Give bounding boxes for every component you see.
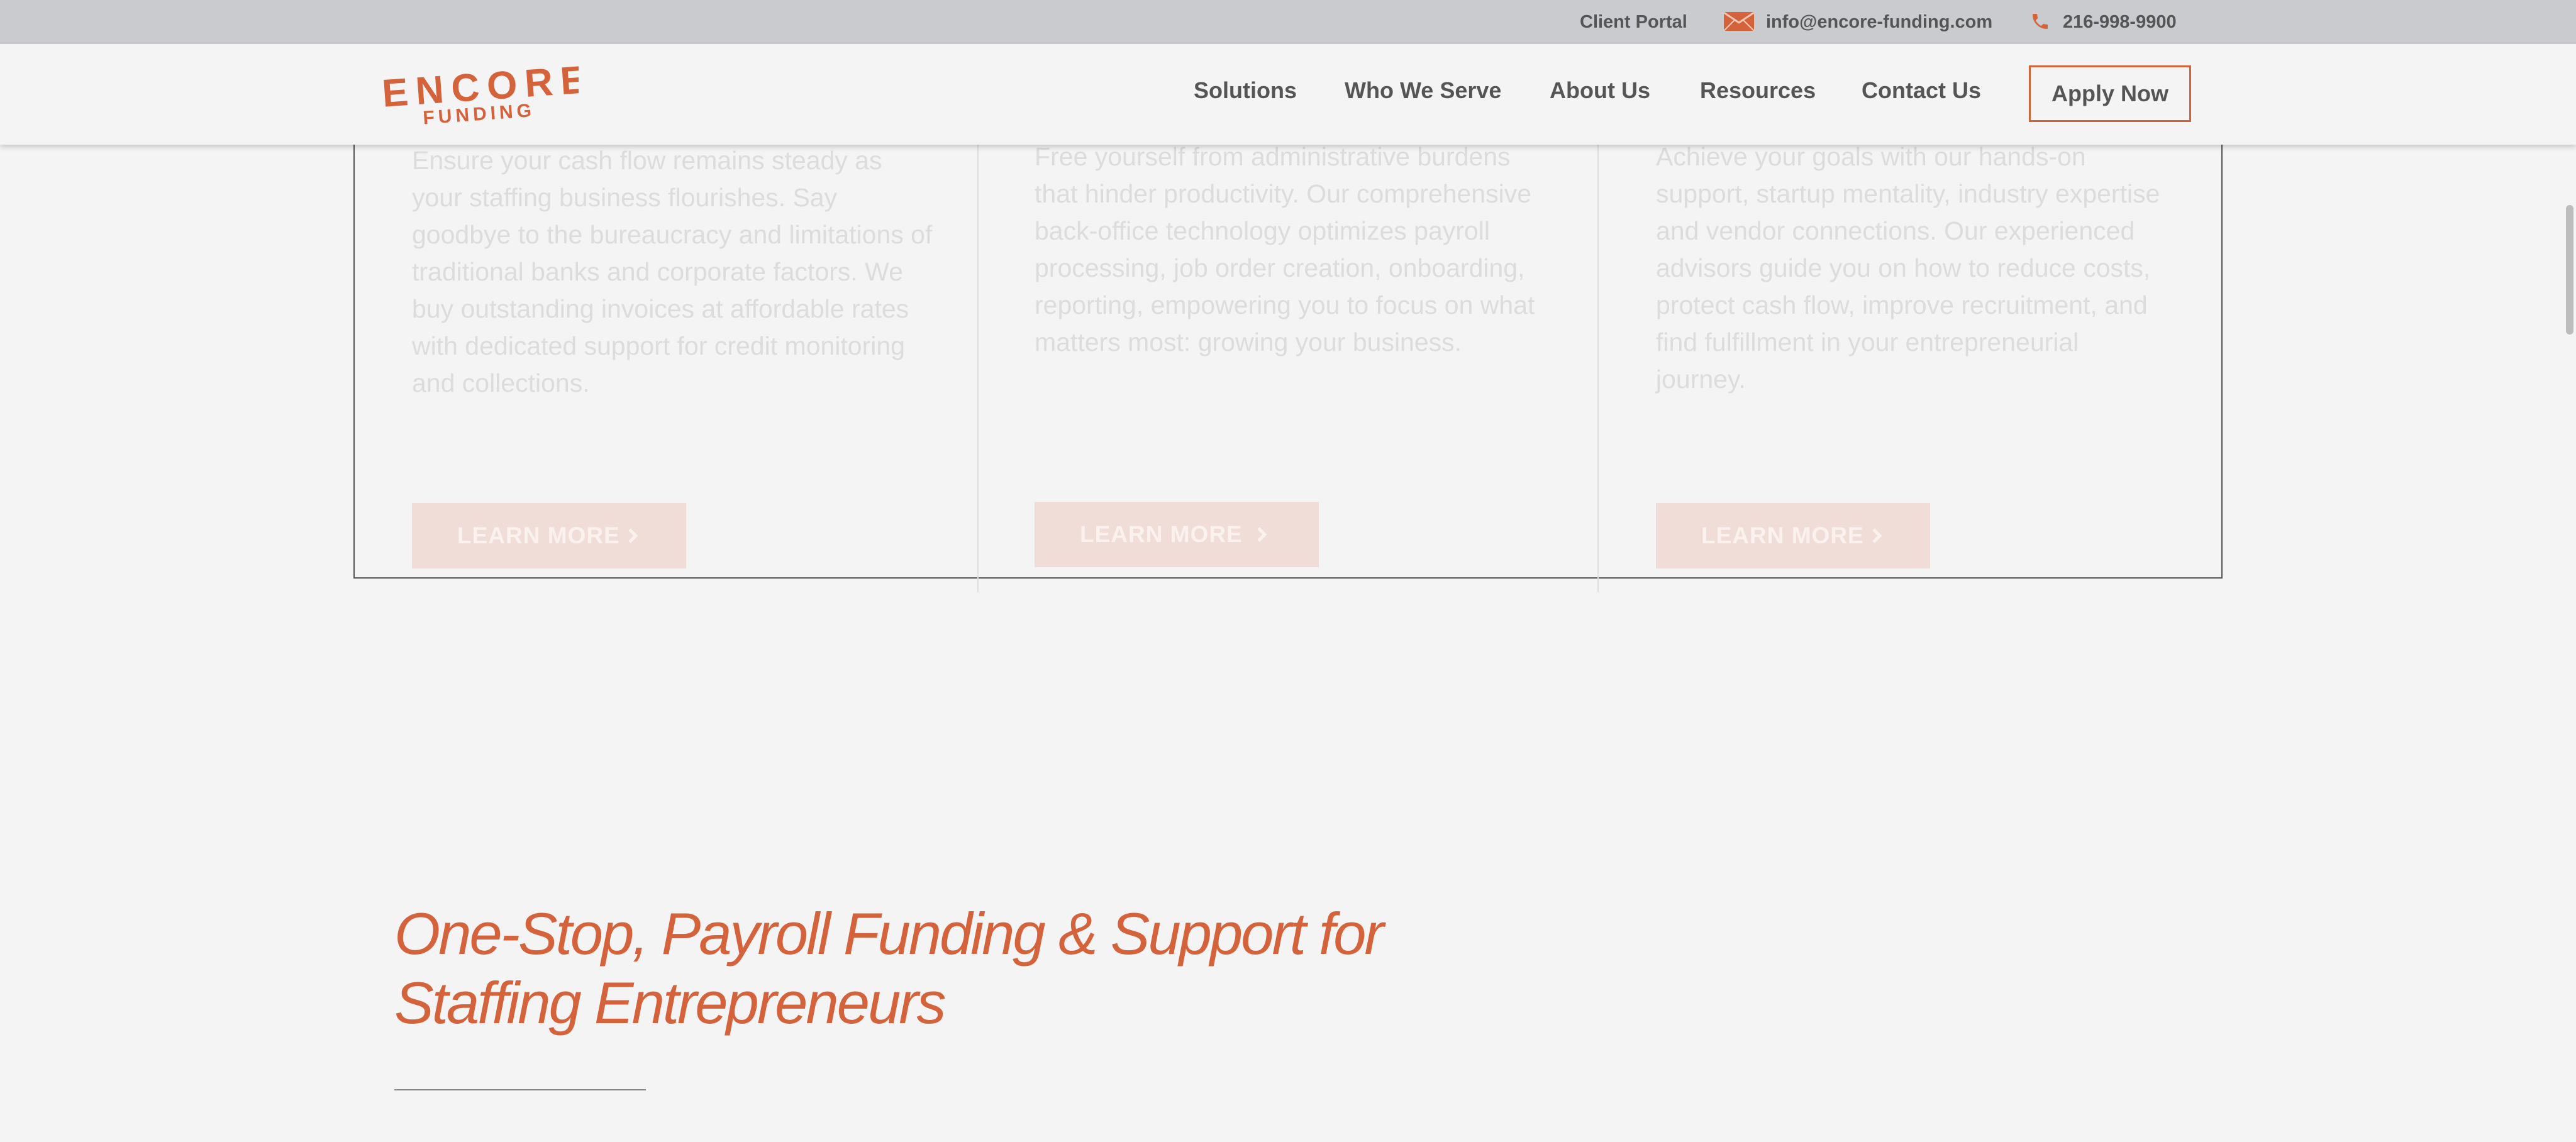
nav-about-us[interactable]: About Us <box>1550 44 1650 145</box>
headline-line-2: Staffing Entrepreneurs <box>394 970 947 1036</box>
card-description-2: Free yourself from administrative burden… <box>1035 142 1535 357</box>
envelope-icon <box>1723 11 1755 31</box>
encore-funding-logo[interactable]: ENCORE FUNDING <box>377 62 579 125</box>
learn-more-label: LEARN MORE <box>1701 523 1864 548</box>
apply-now-button[interactable]: Apply Now <box>2029 65 2191 122</box>
learn-more-label: LEARN MORE <box>457 523 620 548</box>
chevron-right-icon <box>1872 528 1882 543</box>
client-portal-link[interactable]: Client Portal <box>1580 0 1687 44</box>
nav-solutions[interactable]: Solutions <box>1194 44 1297 145</box>
learn-more-button-3[interactable]: LEARN MORE <box>1656 503 1930 568</box>
headline-line-1: One-Stop, Payroll Funding & Support for <box>394 901 1384 967</box>
headline-divider <box>394 1089 646 1090</box>
column-divider <box>977 145 979 592</box>
column-divider <box>1597 145 1599 592</box>
utility-bar: Client Portal info@encore-funding.com 21… <box>0 0 2576 44</box>
nav-contact-us[interactable]: Contact Us <box>1862 44 1981 145</box>
nav-who-we-serve[interactable]: Who We Serve <box>1345 44 1501 145</box>
section-headline: One-Stop, Payroll Funding & Support for … <box>394 899 1401 1038</box>
card-description-1: Ensure your cash flow remains steady as … <box>412 146 933 397</box>
learn-more-button-1[interactable]: LEARN MORE <box>412 503 686 568</box>
nav-resources[interactable]: Resources <box>1700 44 1816 145</box>
main-navigation: ENCORE FUNDING Solutions Who We Serve Ab… <box>0 44 2576 145</box>
card-description-3: Achieve your goals with our hands-on sup… <box>1656 142 2160 394</box>
phone-icon <box>2033 14 2048 29</box>
chevron-right-icon <box>1257 527 1267 542</box>
learn-more-label: LEARN MORE <box>1080 521 1243 547</box>
page-scrollbar[interactable] <box>2566 205 2573 335</box>
chevron-right-icon <box>628 528 638 543</box>
learn-more-button-2[interactable]: LEARN MORE <box>1035 502 1319 567</box>
email-link[interactable]: info@encore-funding.com <box>1766 0 1992 44</box>
phone-link[interactable]: 216-998-9900 <box>2063 0 2177 44</box>
